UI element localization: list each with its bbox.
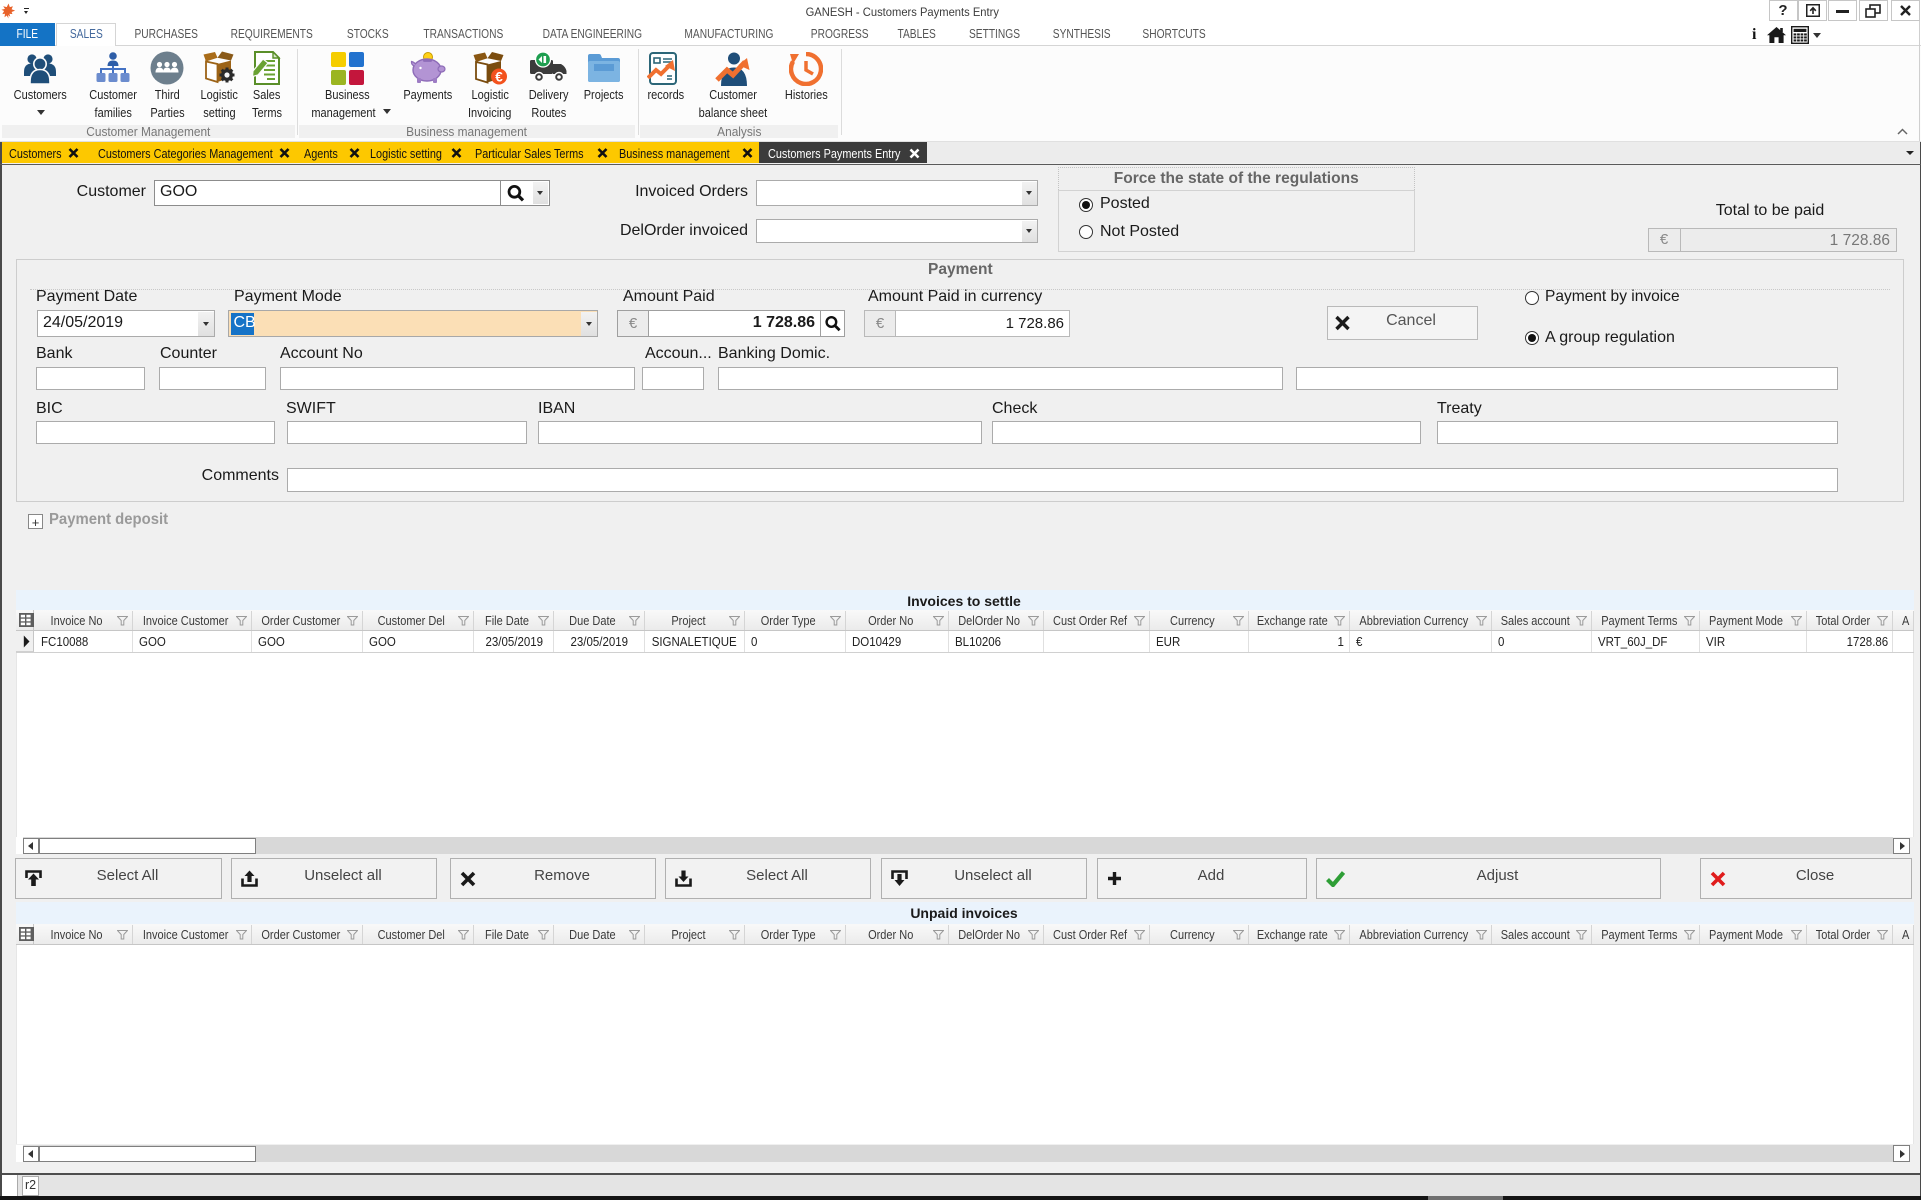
svg-text:€: € [495, 70, 503, 85]
